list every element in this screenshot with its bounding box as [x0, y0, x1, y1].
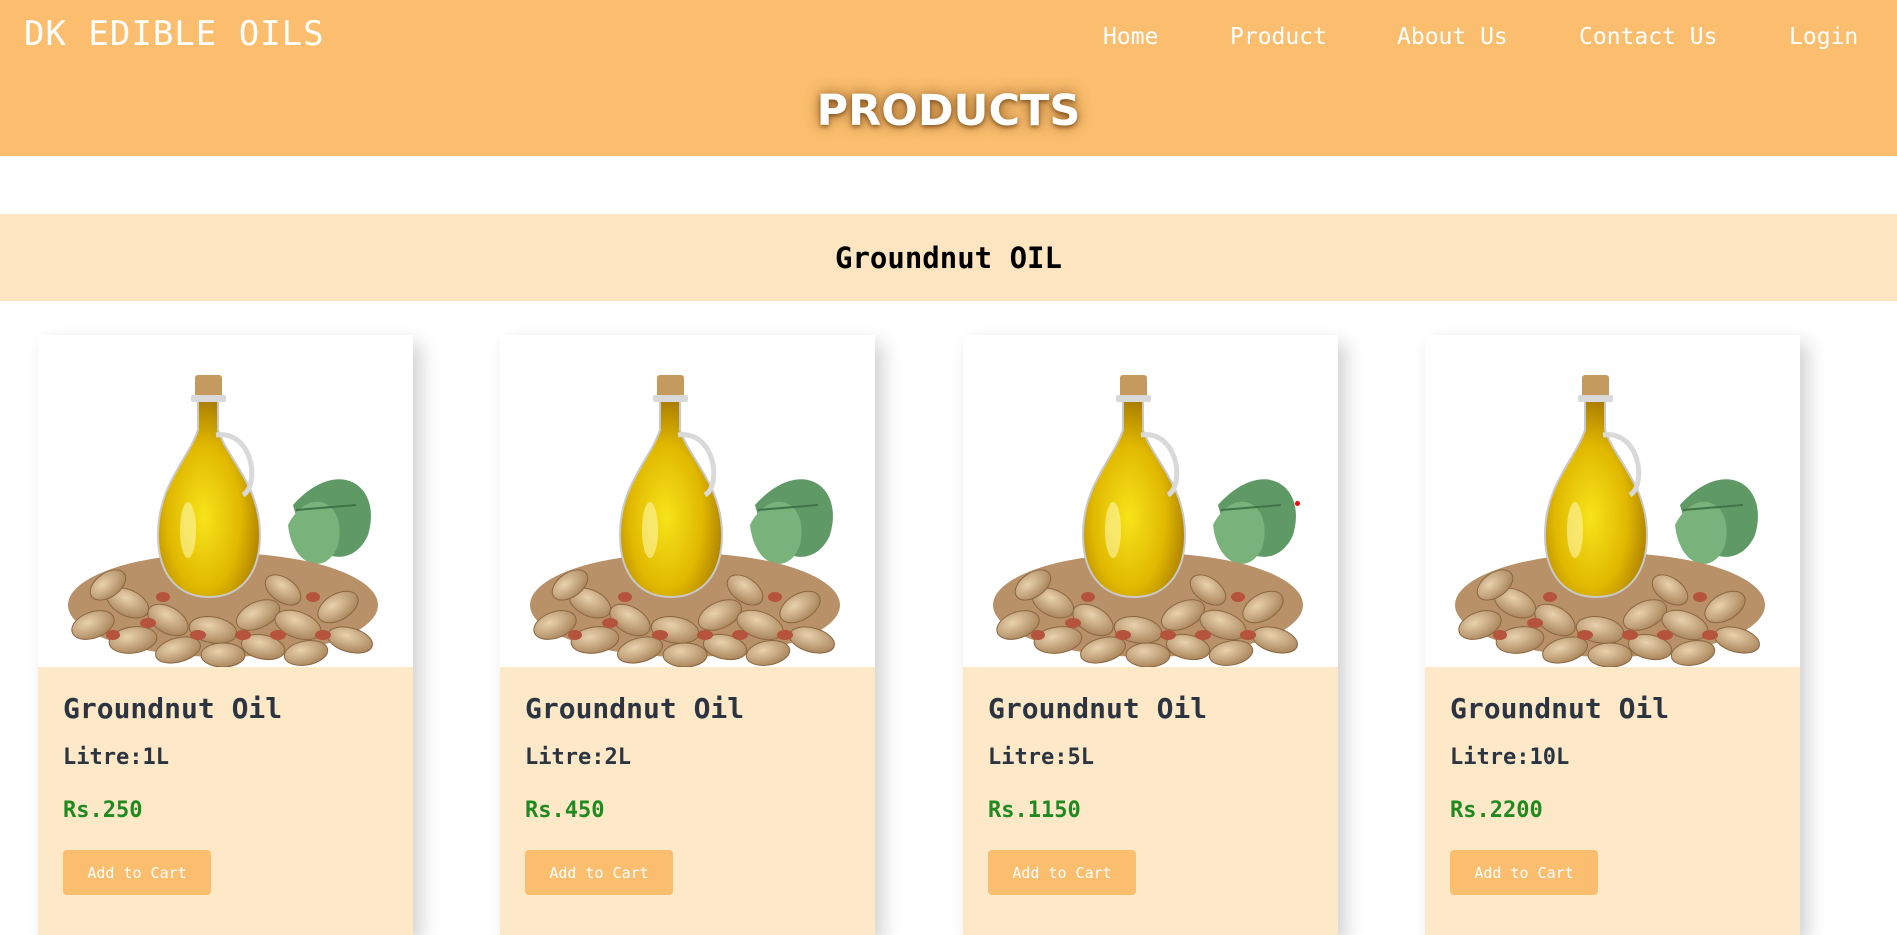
add-to-cart-button[interactable]: Add to Cart — [1450, 850, 1598, 895]
product-name: Groundnut Oil — [63, 692, 283, 725]
product-card: Groundnut Oil Litre:5L Rs.1150 Add to Ca… — [963, 335, 1338, 935]
site-header: DK EDIBLE OILS Home Product About Us Con… — [0, 0, 1897, 156]
product-name: Groundnut Oil — [525, 692, 745, 725]
cursor-dot — [1295, 501, 1300, 506]
product-litre: Litre:2L — [525, 745, 631, 770]
product-litre: Litre:10L — [1450, 745, 1570, 770]
product-name: Groundnut Oil — [1450, 692, 1670, 725]
groundnut-oil-bottle-icon — [1425, 335, 1800, 667]
product-price: Rs.2200 — [1450, 798, 1543, 823]
product-card: Groundnut Oil Litre:2L Rs.450 Add to Car… — [500, 335, 875, 935]
nav-about-us[interactable]: About Us — [1397, 24, 1508, 50]
product-price: Rs.450 — [525, 798, 605, 823]
add-to-cart-button[interactable]: Add to Cart — [988, 850, 1136, 895]
page-title: PRODUCTS — [816, 86, 1081, 136]
product-litre: Litre:1L — [63, 745, 169, 770]
section-title: Groundnut OIL — [835, 241, 1062, 275]
product-price: Rs.1150 — [988, 798, 1081, 823]
nav-contact-us[interactable]: Contact Us — [1579, 24, 1717, 50]
product-card: Groundnut Oil Litre:1L Rs.250 Add to Car… — [38, 335, 413, 935]
nav-login[interactable]: Login — [1789, 24, 1858, 50]
groundnut-oil-bottle-icon — [500, 335, 875, 667]
add-to-cart-button[interactable]: Add to Cart — [63, 850, 211, 895]
product-card: Groundnut Oil Litre:10L Rs.2200 Add to C… — [1425, 335, 1800, 935]
product-name: Groundnut Oil — [988, 692, 1208, 725]
groundnut-oil-bottle-icon — [963, 335, 1338, 667]
nav-product[interactable]: Product — [1230, 24, 1327, 50]
nav-home[interactable]: Home — [1103, 24, 1158, 50]
add-to-cart-button[interactable]: Add to Cart — [525, 850, 673, 895]
main-nav: Home Product About Us Contact Us Login — [0, 24, 1897, 54]
product-price: Rs.250 — [63, 798, 143, 823]
product-litre: Litre:5L — [988, 745, 1094, 770]
groundnut-oil-bottle-icon — [38, 335, 413, 667]
